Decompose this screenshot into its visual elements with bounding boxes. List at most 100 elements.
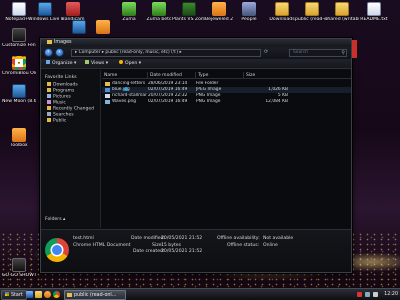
details-file-type: Chrome HTML Document	[73, 242, 131, 248]
favorite-links-heading: Favorite Links	[45, 75, 77, 80]
search-placeholder: Search	[293, 50, 309, 55]
refresh-icon[interactable]: ⟳	[264, 49, 272, 57]
column-header-size[interactable]: Size	[243, 72, 289, 79]
desktop-icon-label: Toolbox	[10, 143, 28, 148]
desktop-icon-label: Plants VS Zombies	[172, 17, 206, 22]
tray-app-icon[interactable]	[357, 292, 362, 297]
details-offline-status-label: Offline status:	[227, 242, 260, 248]
nav-item-label: Music	[53, 100, 66, 106]
desktop-icon-bejeweled[interactable]: Bejeweled 2	[202, 2, 236, 22]
bandicam-icon	[66, 2, 80, 16]
desktop-icon-toolbox[interactable]: Toolbox	[2, 128, 36, 148]
folder-icon	[47, 88, 51, 92]
desktop-icon-people[interactable]: People	[232, 2, 266, 22]
details-pane: test.html Chrome HTML Document Date modi…	[41, 229, 351, 272]
navigation-pane: Favorite Links Downloads Programs Pictur…	[41, 70, 101, 228]
nav-item-label: Pictures	[53, 94, 71, 100]
image-file-icon	[105, 94, 110, 98]
file-row[interactable]: Waves.png 02/07/2019 16:49 PNG Image 12,…	[102, 99, 351, 105]
show-desktop-icon[interactable]	[26, 291, 33, 298]
taskbar-clock[interactable]: 12:20	[380, 289, 398, 300]
network-icon[interactable]	[365, 292, 370, 297]
desktop-icon-go-go-showti[interactable]: GO GO SHOWTI	[2, 258, 36, 278]
firefox-icon	[96, 20, 110, 34]
desktop-icon-fences[interactable]: Customize Fences	[2, 28, 36, 48]
window-title: Images	[54, 40, 72, 45]
file-type: PNG Image	[196, 99, 221, 104]
game-icon	[212, 2, 226, 16]
desktop-icon-zuma-betc[interactable]: Zuma betc	[142, 2, 176, 22]
address-bar-row: ‹ › ▸ Computer ▸ public (read-only, musi…	[41, 47, 351, 59]
desktop-icon-firefox[interactable]	[86, 20, 120, 35]
back-button[interactable]: ‹	[44, 48, 53, 57]
messenger-icon	[38, 2, 52, 16]
open-button[interactable]: Open ▾	[117, 59, 143, 69]
views-icon	[85, 60, 89, 64]
people-icon	[242, 2, 256, 16]
search-icon: ⚲	[341, 50, 345, 56]
desktop-icon-new-moon[interactable]: New Moon (8.6)	[2, 84, 36, 104]
nav-item-label: Downloads	[53, 82, 78, 88]
desktop-icon-label: shared (writable)	[325, 17, 359, 22]
folder-icon	[47, 106, 51, 110]
column-header-date-modified[interactable]: Date modified	[147, 72, 195, 79]
desktop-icon-label: Downloads	[269, 17, 295, 22]
windows-logo-icon	[5, 292, 9, 296]
folder-icon	[105, 82, 110, 86]
organize-button[interactable]: Organize ▾	[44, 59, 78, 69]
column-header-type[interactable]: Type	[195, 72, 243, 79]
fences-icon	[12, 28, 26, 42]
file-list: Name Date modified Type Size dancing-let…	[102, 70, 351, 228]
desktop-icon-label: ChromiBlou Old	[2, 71, 36, 76]
details-offline-status: Online	[263, 242, 278, 248]
start-button[interactable]: Start	[1, 290, 27, 300]
folder-icon	[47, 82, 51, 86]
folder-icon	[305, 2, 319, 16]
file-name: Waves.png	[112, 99, 137, 104]
system-tray: 12:20	[338, 289, 398, 300]
volume-icon[interactable]	[373, 292, 378, 297]
desktop-icon-downloads[interactable]: Downloads	[265, 2, 299, 22]
details-date-created: 20/05/2021 21:52	[161, 249, 203, 254]
folders-toggle[interactable]: Folders ▴	[45, 217, 65, 222]
views-button[interactable]: Views ▾	[83, 59, 110, 69]
taskbar-task-explorer[interactable]: public (read-onl...	[64, 290, 126, 300]
desktop-icon-plants-vs-zombies[interactable]: Plants VS Zombies	[172, 2, 206, 22]
chrome-html-document-icon	[45, 238, 69, 262]
desktop-icon-label: public (read-onl...	[295, 17, 329, 22]
text-file-icon	[367, 2, 381, 16]
window-titlebar[interactable]: Images	[41, 39, 351, 47]
explorer-window[interactable]: Images ‹ › ▸ Computer ▸ public (read-onl…	[40, 38, 352, 273]
folder-icon	[47, 39, 52, 44]
desktop-icon-readme[interactable]: README.txt	[357, 2, 391, 22]
desktop-icon-shared[interactable]: shared (writable)	[325, 2, 359, 22]
toolbox-icon	[12, 128, 26, 142]
forward-button[interactable]: ›	[55, 48, 64, 57]
pictures-icon	[47, 94, 51, 98]
nav-item-public[interactable]: Public	[41, 118, 100, 124]
desktop-icon-public[interactable]: public (read-onl...	[295, 2, 329, 22]
search-input[interactable]: Search ⚲	[289, 49, 347, 57]
start-label: Start	[11, 293, 23, 298]
desktop-icon-chromiblou[interactable]: ChromiBlou Old	[2, 56, 36, 76]
thunderbird-icon	[72, 20, 86, 34]
firefox-quicklaunch-icon[interactable]	[44, 291, 51, 298]
chrome-quicklaunch-icon[interactable]	[53, 291, 60, 298]
nav-item-label: Searches	[53, 112, 74, 118]
game-icon	[182, 2, 196, 16]
file-size: 12,084 KB	[265, 99, 288, 104]
folder-icon	[335, 2, 349, 16]
folder-icon	[275, 2, 289, 16]
desktop-icon-label: README.txt	[360, 17, 388, 22]
music-icon	[47, 100, 51, 104]
close-button[interactable]	[352, 40, 357, 58]
explorer-quicklaunch-icon[interactable]	[35, 291, 42, 298]
image-file-icon	[105, 100, 110, 104]
column-header-name[interactable]: Name	[102, 72, 147, 79]
address-input[interactable]: ▸ Computer ▸ public (read-only, music, e…	[71, 49, 261, 57]
command-toolbar: Organize ▾ Views ▾ Open ▾	[41, 59, 351, 69]
column-headers: Name Date modified Type Size	[102, 72, 351, 79]
desktop-icon-label: Bejeweled 2	[204, 17, 234, 22]
desktop-icon-label: Zuma betc	[146, 17, 172, 22]
search-icon	[47, 112, 51, 116]
